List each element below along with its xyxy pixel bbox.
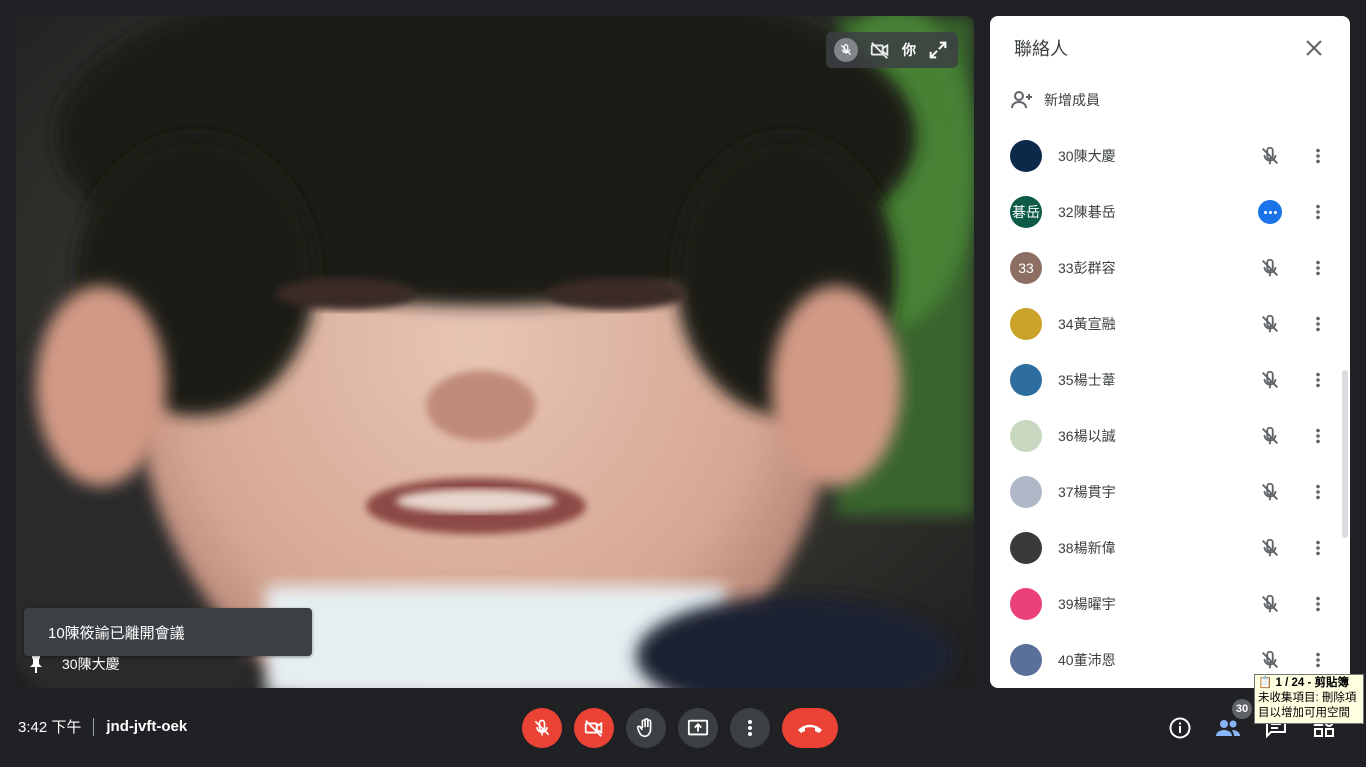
- avatar: [1010, 476, 1042, 508]
- more-vert-icon: [748, 720, 752, 736]
- clipboard-tooltip-title: 📋 1 / 24 - 剪貼簿: [1258, 677, 1350, 689]
- avatar: [1010, 532, 1042, 564]
- call-controls: [522, 708, 838, 748]
- mic-off-icon[interactable]: [1258, 592, 1282, 616]
- self-view-controls: 你: [826, 32, 958, 68]
- participant-row[interactable]: 37楊貫宇: [990, 464, 1350, 520]
- more-vert-icon[interactable]: [1306, 536, 1330, 560]
- speaking-indicator-icon[interactable]: [1258, 200, 1282, 224]
- avatar: [1010, 364, 1042, 396]
- participant-row[interactable]: 36楊以誠: [990, 408, 1350, 464]
- avatar: [1010, 644, 1042, 676]
- add-person-icon: [1011, 91, 1032, 109]
- leave-call-button[interactable]: [782, 708, 838, 748]
- pinned-participant-name: 30陳大慶: [62, 656, 120, 672]
- participant-name: 40董沛恩: [1058, 652, 1116, 668]
- mic-off-icon: [534, 719, 550, 736]
- more-options-button[interactable]: [730, 708, 770, 748]
- participant-name: 39楊曜宇: [1058, 596, 1116, 612]
- participant-name: 37楊貫宇: [1058, 484, 1116, 500]
- close-icon: [1306, 40, 1322, 56]
- main-video-tile[interactable]: 你 30陳大慶: [16, 16, 974, 688]
- panel-header: 聯絡人: [990, 16, 1350, 80]
- participant-row[interactable]: 35楊士葦: [990, 352, 1350, 408]
- mic-off-icon[interactable]: [1258, 480, 1282, 504]
- participant-name: 32陳碁岳: [1058, 204, 1116, 220]
- camera-toggle-button[interactable]: [574, 708, 614, 748]
- people-button[interactable]: 30: [1214, 699, 1252, 744]
- mic-off-icon[interactable]: [1258, 648, 1282, 672]
- more-vert-icon[interactable]: [1306, 480, 1330, 504]
- people-panel: 聯絡人 新增成員 30陳大慶碁岳 32陳碁岳 33 33彭群容 34黃宣融 35楊士葦 36…: [990, 16, 1350, 688]
- avatar: [1010, 308, 1042, 340]
- avatar: [1010, 420, 1042, 452]
- end-call-icon: [798, 724, 822, 733]
- participant-row[interactable]: 30陳大慶: [990, 128, 1350, 184]
- people-icon: [1216, 720, 1240, 736]
- participant-row[interactable]: 34黃宣融: [990, 296, 1350, 352]
- panel-title: 聯絡人: [1014, 39, 1068, 59]
- avatar: [1010, 588, 1042, 620]
- self-label: 你: [902, 42, 916, 58]
- mic-off-icon[interactable]: [1258, 144, 1282, 168]
- clipboard-tooltip-line: 目以增加可用空間: [1258, 707, 1350, 719]
- panel-scrollbar[interactable]: [1342, 370, 1348, 538]
- participant-count-badge: 30: [1232, 699, 1252, 719]
- more-vert-icon[interactable]: [1306, 144, 1330, 168]
- close-panel-button[interactable]: [1302, 36, 1326, 60]
- add-member-button[interactable]: 新增成員: [990, 80, 1350, 120]
- info-icon: [1169, 717, 1191, 739]
- pin-icon[interactable]: [28, 655, 44, 673]
- participant-name: 36楊以誠: [1058, 428, 1116, 444]
- clipboard-tooltip-line: 未收集項目: 刪除項: [1258, 692, 1357, 704]
- participant-row[interactable]: 碁岳 32陳碁岳: [990, 184, 1350, 240]
- mic-off-icon[interactable]: [1258, 536, 1282, 560]
- people-list: 30陳大慶碁岳 32陳碁岳 33 33彭群容 34黃宣融 35楊士葦 36楊以誠 37楊貫宇 3…: [990, 128, 1350, 688]
- hand-icon: [636, 718, 652, 738]
- participant-row[interactable]: 33 33彭群容: [990, 240, 1350, 296]
- self-mic-off-icon: [834, 38, 858, 62]
- toast-text: 10陳筱諭已離開會議: [48, 624, 185, 642]
- participant-name: 34黃宣融: [1058, 316, 1116, 332]
- clipboard-tooltip: 📋 1 / 24 - 剪貼簿 未收集項目: 刪除項 目以增加可用空間: [1254, 674, 1364, 724]
- expand-icon[interactable]: [926, 38, 950, 62]
- meeting-details: 3:42 下午 jnd-jvft-oek: [18, 716, 187, 737]
- participant-name: 35楊士葦: [1058, 372, 1116, 388]
- mic-toggle-button[interactable]: [522, 708, 562, 748]
- avatar: 33: [1010, 252, 1042, 284]
- more-vert-icon[interactable]: [1306, 648, 1330, 672]
- mic-off-icon[interactable]: [1258, 424, 1282, 448]
- more-vert-icon[interactable]: [1306, 312, 1330, 336]
- camera-off-icon: [584, 720, 603, 737]
- more-vert-icon[interactable]: [1306, 424, 1330, 448]
- participant-name: 30陳大慶: [1058, 148, 1116, 164]
- participant-row[interactable]: 39楊曜宇: [990, 576, 1350, 632]
- present-icon: [687, 719, 709, 736]
- self-camera-off-icon: [868, 38, 892, 62]
- participant-name: 38楊新偉: [1058, 540, 1116, 556]
- avatar: [1010, 140, 1042, 172]
- more-vert-icon[interactable]: [1306, 368, 1330, 392]
- divider: [93, 717, 95, 736]
- meeting-code: jnd-jvft-oek: [106, 718, 188, 735]
- mic-off-icon[interactable]: [1258, 256, 1282, 280]
- meeting-info-button[interactable]: [1166, 712, 1194, 744]
- mic-off-icon[interactable]: [1258, 368, 1282, 392]
- more-vert-icon[interactable]: [1306, 592, 1330, 616]
- participant-row[interactable]: 38楊新偉: [990, 520, 1350, 576]
- avatar: 碁岳: [1010, 196, 1042, 228]
- clock-time: 3:42 下午: [18, 719, 82, 736]
- add-member-label: 新增成員: [1044, 92, 1100, 108]
- raise-hand-button[interactable]: [626, 708, 666, 748]
- video-feed: [16, 16, 974, 688]
- participant-name: 33彭群容: [1058, 260, 1116, 276]
- mic-off-icon[interactable]: [1258, 312, 1282, 336]
- present-screen-button[interactable]: [678, 708, 718, 748]
- more-vert-icon[interactable]: [1306, 256, 1330, 280]
- more-vert-icon[interactable]: [1306, 200, 1330, 224]
- notification-toast: 10陳筱諭已離開會議: [24, 608, 312, 656]
- pinned-participant: 30陳大慶: [28, 654, 120, 674]
